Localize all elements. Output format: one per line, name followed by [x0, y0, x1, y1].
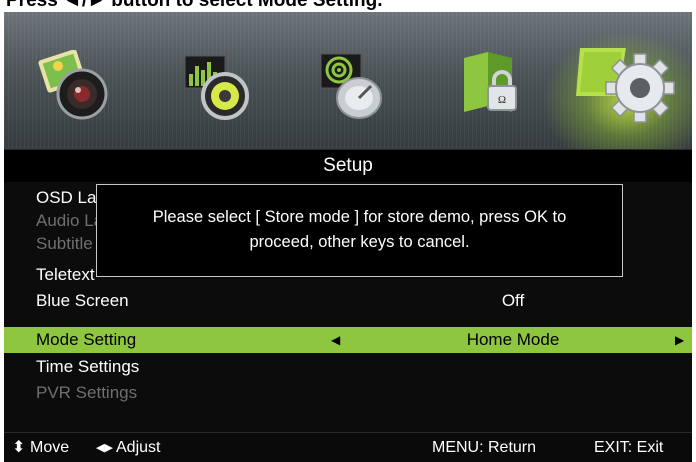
setup-icon[interactable]: [574, 42, 686, 133]
arrow-right-icon[interactable]: ▶: [675, 327, 684, 353]
tv-menu-screen: Ω Setup OSD Language Audio Subtitle Tele…: [4, 12, 692, 462]
channel-icon[interactable]: [315, 50, 391, 127]
mode-setting-value: Home Mode: [466, 330, 560, 349]
up-down-icon: ⬍: [12, 439, 26, 456]
lock-icon[interactable]: Ω: [458, 50, 534, 127]
menu-item-blue-screen[interactable]: Blue Screen Off: [4, 288, 692, 314]
menu-item-time-settings[interactable]: Time Settings: [4, 354, 692, 380]
footer-adjust-label: Adjust: [116, 439, 161, 456]
left-right-icon: ◀▶: [96, 442, 113, 454]
menu-item-label: Teletext: [36, 265, 95, 284]
dialog-line-1: Please select [ Store mode ] for store d…: [152, 208, 567, 226]
footer-menu-return: MENU: Return: [432, 439, 537, 456]
svg-text:Ω: Ω: [498, 94, 506, 106]
category-icon-bar: Ω: [4, 12, 692, 172]
menu-title: Setup: [4, 149, 692, 182]
footer-hint-bar: ⬍ Move ◀▶ Adjust MENU: Return EXIT: Exit: [4, 432, 692, 462]
instruction-caption: Press ◄/► button to select Mode Setting.: [6, 0, 383, 11]
dialog-line-2: proceed, other keys to cancel.: [249, 233, 470, 251]
menu-item-label: Subtitle: [36, 234, 93, 253]
sound-icon[interactable]: [179, 50, 255, 127]
menu-item-pvr-settings: PVR Settings: [4, 380, 692, 406]
footer-move-label: Move: [30, 439, 70, 456]
menu-item-label: Time Settings: [36, 357, 140, 376]
footer-exit: EXIT: Exit: [594, 439, 664, 456]
blue-screen-value: Off: [501, 291, 525, 310]
menu-item-label: PVR Settings: [36, 383, 138, 402]
menu-item-mode-setting[interactable]: Mode Setting ◀ Home Mode ▶: [4, 327, 692, 353]
picture-icon[interactable]: [36, 49, 112, 127]
store-mode-dialog: Please select [ Store mode ] for store d…: [96, 184, 623, 277]
